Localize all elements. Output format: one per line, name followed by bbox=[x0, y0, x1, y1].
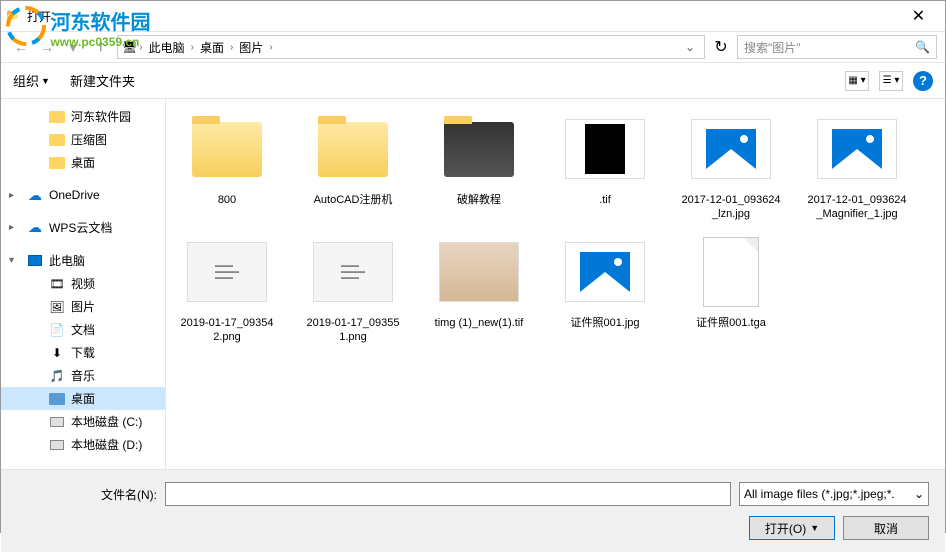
app-icon: 📁 bbox=[5, 8, 21, 24]
sidebar-item[interactable]: 📄文档 bbox=[1, 318, 165, 341]
file-item[interactable]: 证件照001.jpg bbox=[554, 232, 656, 345]
open-button[interactable]: 打开(O) ▼ bbox=[749, 516, 835, 540]
refresh-button[interactable]: ↻ bbox=[709, 35, 733, 59]
filename-label: 文件名(N): bbox=[17, 486, 157, 503]
crumb-pc[interactable]: 此电脑 bbox=[145, 39, 189, 56]
sidebar-item[interactable]: 桌面 bbox=[1, 151, 165, 174]
recent-dropdown[interactable]: ▾ bbox=[61, 35, 85, 59]
sidebar-item[interactable]: 桌面 bbox=[1, 387, 165, 410]
search-input[interactable]: 搜索"图片" 🔍 bbox=[737, 35, 937, 59]
breadcrumb[interactable]: 🖥 › 此电脑 › 桌面 › 图片 › ⌄ bbox=[117, 35, 705, 59]
sidebar-item[interactable]: 本地磁盘 (C:) bbox=[1, 410, 165, 433]
crumb-pictures[interactable]: 图片 bbox=[235, 39, 267, 56]
up-button[interactable]: ↑ bbox=[89, 35, 113, 59]
file-item[interactable]: 2017-12-01_093624_lzn.jpg bbox=[680, 109, 782, 222]
filetype-select[interactable]: All image files (*.jpg;*.jpeg;*.⌄ bbox=[739, 482, 929, 506]
file-item[interactable]: ▬▬▬▬▬▬▬▬▬▬2019-01-17_093551.png bbox=[302, 232, 404, 345]
breadcrumb-dropdown[interactable]: ⌄ bbox=[680, 40, 700, 54]
pc-icon: 🖥 bbox=[122, 40, 137, 54]
new-folder-button[interactable]: 新建文件夹 bbox=[70, 71, 135, 90]
view-thumbnails-button[interactable]: ▦ ▾ bbox=[845, 71, 869, 91]
sidebar-item[interactable]: 🎞视频 bbox=[1, 272, 165, 295]
footer: 文件名(N): All image files (*.jpg;*.jpeg;*.… bbox=[1, 469, 945, 552]
file-item[interactable]: timg (1)_new(1).tif bbox=[428, 232, 530, 345]
forward-button: → bbox=[35, 35, 59, 59]
toolbar: 组织 ▼ 新建文件夹 ▦ ▾ ☰ ▾ ? bbox=[1, 63, 945, 99]
sidebar-item[interactable]: 河东软件园 bbox=[1, 105, 165, 128]
sidebar-item[interactable]: 🖼图片 bbox=[1, 295, 165, 318]
file-item[interactable]: 破解教程 bbox=[428, 109, 530, 222]
sidebar-item[interactable]: 压缩图 bbox=[1, 128, 165, 151]
back-button[interactable]: ← bbox=[9, 35, 33, 59]
sidebar-item[interactable]: ▸☁OneDrive bbox=[1, 184, 165, 206]
organize-menu[interactable]: 组织 ▼ bbox=[13, 71, 50, 90]
file-item[interactable]: 2017-12-01_093624_Magnifier_1.jpg bbox=[806, 109, 908, 222]
search-icon: 🔍 bbox=[915, 40, 930, 54]
file-item[interactable]: 800 bbox=[176, 109, 278, 222]
file-item[interactable]: .tif bbox=[554, 109, 656, 222]
crumb-desktop[interactable]: 桌面 bbox=[196, 39, 228, 56]
close-button[interactable]: ✕ bbox=[896, 2, 941, 30]
titlebar: 📁 打开 ✕ bbox=[1, 1, 945, 31]
help-button[interactable]: ? bbox=[913, 71, 933, 91]
view-details-button[interactable]: ☰ ▾ bbox=[879, 71, 903, 91]
sidebar-item[interactable]: ▾此电脑 bbox=[1, 249, 165, 272]
cancel-button[interactable]: 取消 bbox=[843, 516, 929, 540]
sidebar-item[interactable]: ⬇下载 bbox=[1, 341, 165, 364]
file-item[interactable]: ▬▬▬▬▬▬▬▬▬▬2019-01-17_093542.png bbox=[176, 232, 278, 345]
navbar: ← → ▾ ↑ 🖥 › 此电脑 › 桌面 › 图片 › ⌄ ↻ 搜索"图片" 🔍 bbox=[1, 31, 945, 63]
file-grid: 800AutoCAD注册机破解教程.tif2017-12-01_093624_l… bbox=[166, 99, 945, 469]
sidebar-item[interactable]: 🎵音乐 bbox=[1, 364, 165, 387]
filename-input[interactable] bbox=[165, 482, 731, 506]
window-title: 打开 bbox=[27, 8, 896, 25]
file-item[interactable]: AutoCAD注册机 bbox=[302, 109, 404, 222]
sidebar-item[interactable]: 本地磁盘 (D:) bbox=[1, 433, 165, 456]
sidebar: 河东软件园压缩图桌面▸☁OneDrive▸☁WPS云文档▾此电脑🎞视频🖼图片📄文… bbox=[1, 99, 166, 469]
file-item[interactable]: 证件照001.tga bbox=[680, 232, 782, 345]
sidebar-item[interactable]: ▸☁WPS云文档 bbox=[1, 216, 165, 239]
